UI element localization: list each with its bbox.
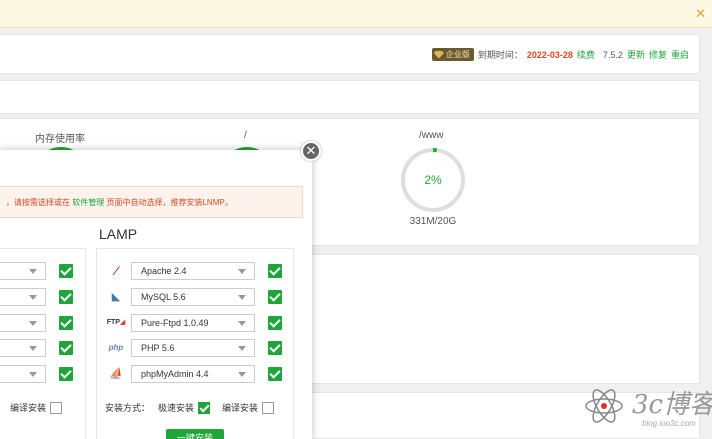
header-info: 企业版 到期时间： 2022-03-28 续费 7.5.2 更新 修复 重启: [431, 48, 689, 61]
lnmp-select-2[interactable]: [0, 288, 46, 306]
edition-badge: 企业版: [431, 48, 474, 61]
root-disk-label: /: [244, 130, 247, 141]
apache-select[interactable]: Apache 2.4: [131, 262, 255, 280]
lnmp-compile-checkbox[interactable]: [50, 401, 63, 414]
version-text: 7.5.2: [602, 49, 623, 60]
lnmp-checkbox-5[interactable]: [59, 367, 73, 381]
php-icon: php: [108, 343, 124, 352]
watermark-text: 3c博客: [632, 390, 712, 420]
php-checkbox[interactable]: [268, 341, 282, 355]
fast-install-label: 极速安装: [158, 403, 195, 413]
fast-install-checkbox[interactable]: [198, 401, 211, 414]
phpmyadmin-checkbox[interactable]: [268, 367, 282, 381]
software-panel: [312, 254, 700, 384]
apache-icon: ⁄: [114, 264, 117, 278]
restart-link[interactable]: 重启: [671, 48, 689, 61]
php-select[interactable]: PHP 5.6: [131, 339, 255, 357]
renew-link[interactable]: 续费: [577, 48, 595, 61]
install-modal: ，请按需选择或在 软件管理 页面中自动选择，推荐安装LNMP。 LAMP 编译安…: [0, 150, 312, 439]
ftp-icon: FTP◢: [106, 319, 126, 326]
chevron-down-icon: [238, 372, 246, 377]
lnmp-checkbox-2[interactable]: [59, 290, 73, 304]
memory-label: 内存使用率: [35, 134, 85, 145]
close-icon[interactable]: ✕: [695, 6, 706, 22]
chevron-down-icon: [29, 321, 37, 326]
close-icon[interactable]: ✕: [301, 141, 321, 161]
recommend-warning: ，请按需选择或在 软件管理 页面中自动选择，推荐安装LNMP。: [0, 186, 303, 218]
chevron-down-icon: [29, 346, 37, 351]
repair-link[interactable]: 修复: [649, 48, 667, 61]
compile-install-checkbox[interactable]: [262, 401, 275, 414]
mysql-icon: ◣: [111, 291, 121, 303]
lnmp-checkbox-3[interactable]: [59, 316, 73, 330]
lnmp-checkbox-4[interactable]: [59, 341, 73, 355]
watermark: 3c博客 blog.ioo3c.com: [584, 382, 712, 439]
lnmp-select-5[interactable]: [0, 365, 46, 383]
www-disk-gauge: 2%: [400, 147, 466, 213]
lnmp-select-3[interactable]: [0, 314, 46, 332]
lnmp-select-1[interactable]: [0, 262, 46, 280]
watermark-url: blog.ioo3c.com: [642, 419, 696, 428]
lnmp-compile-option: 编译安装: [10, 401, 63, 414]
atom-icon: [585, 389, 623, 423]
chevron-down-icon: [29, 372, 37, 377]
lnmp-select-4[interactable]: [0, 339, 46, 357]
compile-install-label: 编译安装: [222, 403, 259, 413]
ftp-select[interactable]: Pure-Ftpd 1.0.49: [131, 314, 255, 332]
expire-date: 2022-03-28: [526, 49, 573, 60]
lnmp-checkbox-1[interactable]: [59, 264, 73, 278]
apache-checkbox[interactable]: [268, 264, 282, 278]
chevron-down-icon: [29, 295, 37, 300]
notice-bar: ✕: [0, 0, 712, 28]
www-disk-size: 331M/20G: [409, 216, 457, 227]
chevron-down-icon: [238, 346, 246, 351]
diamond-icon: [433, 50, 444, 59]
expire-label: 到期时间：: [477, 50, 523, 60]
mysql-select[interactable]: MySQL 5.6: [131, 288, 255, 306]
install-method-label: 安装方式：: [105, 403, 151, 413]
one-click-install-button[interactable]: 一键安装: [166, 429, 224, 439]
lamp-install-options: 安装方式： 极速安装 编译安装: [105, 401, 275, 414]
header-panel: 企业版 到期时间： 2022-03-28 续费 7.5.2 更新 修复 重启: [0, 34, 700, 74]
www-disk-label: /www: [419, 130, 444, 141]
chevron-down-icon: [29, 269, 37, 274]
chevron-down-icon: [238, 321, 246, 326]
overview-panel: [0, 80, 700, 114]
phpmyadmin-icon: ⛵: [109, 368, 123, 380]
ftp-checkbox[interactable]: [268, 316, 282, 330]
chevron-down-icon: [238, 295, 246, 300]
mysql-checkbox[interactable]: [268, 290, 282, 304]
phpmyadmin-select[interactable]: phpMyAdmin 4.4: [131, 365, 255, 383]
chevron-down-icon: [238, 269, 246, 274]
update-link[interactable]: 更新: [627, 48, 645, 61]
www-disk-percent: 2%: [424, 173, 442, 187]
lamp-title: LAMP: [99, 226, 138, 242]
